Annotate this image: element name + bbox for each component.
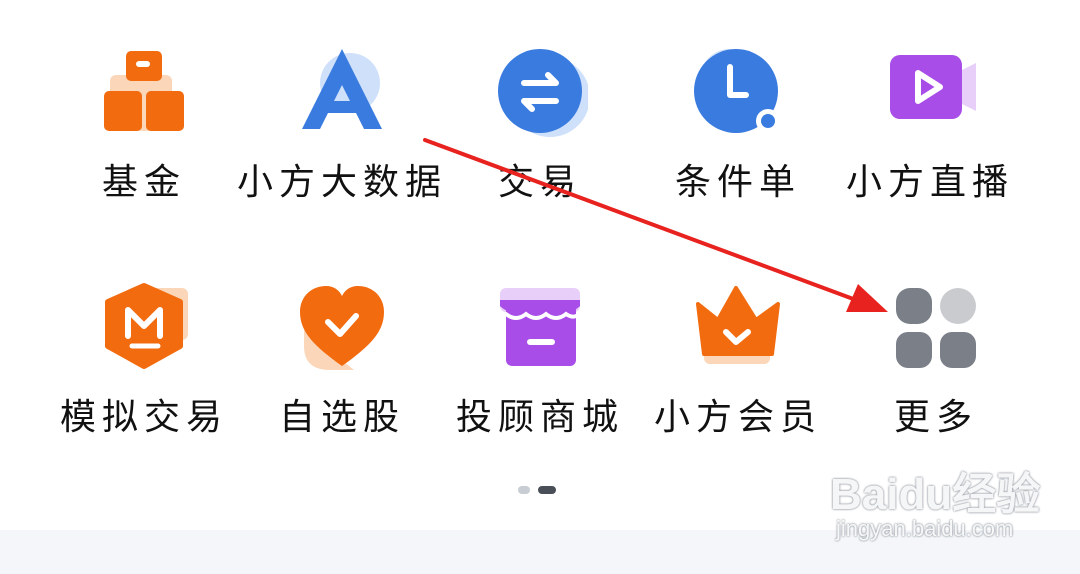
- tile-label: 交易: [497, 162, 582, 203]
- tile-more[interactable]: 更多: [836, 280, 1036, 480]
- tile-big-data[interactable]: 小方大数据: [237, 45, 442, 245]
- video-play-icon: [890, 55, 976, 119]
- watermark-logo: Baidu经验: [830, 470, 1041, 519]
- tile-fund[interactable]: 基金: [44, 45, 244, 245]
- clock-icon: [694, 49, 780, 133]
- watermark: Baidu经验 jingyan.baidu.com: [830, 456, 1070, 556]
- watermark-url: jingyan.baidu.com: [836, 516, 1014, 541]
- gold-bars-icon: [104, 51, 184, 131]
- tile-label: 基金: [101, 162, 186, 203]
- app-shortcut-grid: 基金 小方大数据 交易 条件单 小方直播 模拟交易 自选股 投顾商城 小方会员 …: [0, 0, 1080, 470]
- more-grid-icon: [896, 288, 976, 368]
- tile-condition-order[interactable]: 条件单: [638, 45, 838, 245]
- swap-arrows-icon: [498, 49, 588, 137]
- crown-icon: [696, 286, 780, 364]
- tile-advisor-mall[interactable]: 投顾商城: [440, 280, 640, 480]
- page-dot-2-active[interactable]: [538, 486, 556, 494]
- page-dot-1[interactable]: [518, 486, 530, 494]
- tile-label: 小方会员: [653, 397, 822, 438]
- big-data-triangle-icon: [302, 49, 382, 129]
- tile-label: 小方直播: [845, 162, 1014, 203]
- tile-trade[interactable]: 交易: [440, 45, 640, 245]
- shop-awning-icon: [500, 288, 580, 366]
- tile-label: 更多: [893, 397, 978, 438]
- tile-label: 条件单: [674, 162, 801, 203]
- m-hexagon-icon: [105, 283, 188, 369]
- tile-label: 投顾商城: [455, 397, 624, 438]
- page-indicator[interactable]: [518, 486, 556, 494]
- tile-label: 自选股: [278, 397, 405, 438]
- tile-membership[interactable]: 小方会员: [638, 280, 838, 480]
- tile-simulated-trade[interactable]: 模拟交易: [44, 280, 244, 480]
- heart-check-icon: [300, 286, 384, 370]
- tile-live[interactable]: 小方直播: [830, 45, 1030, 245]
- tile-watchlist[interactable]: 自选股: [242, 280, 442, 480]
- tile-label: 小方大数据: [237, 162, 448, 203]
- tile-label: 模拟交易: [59, 397, 228, 438]
